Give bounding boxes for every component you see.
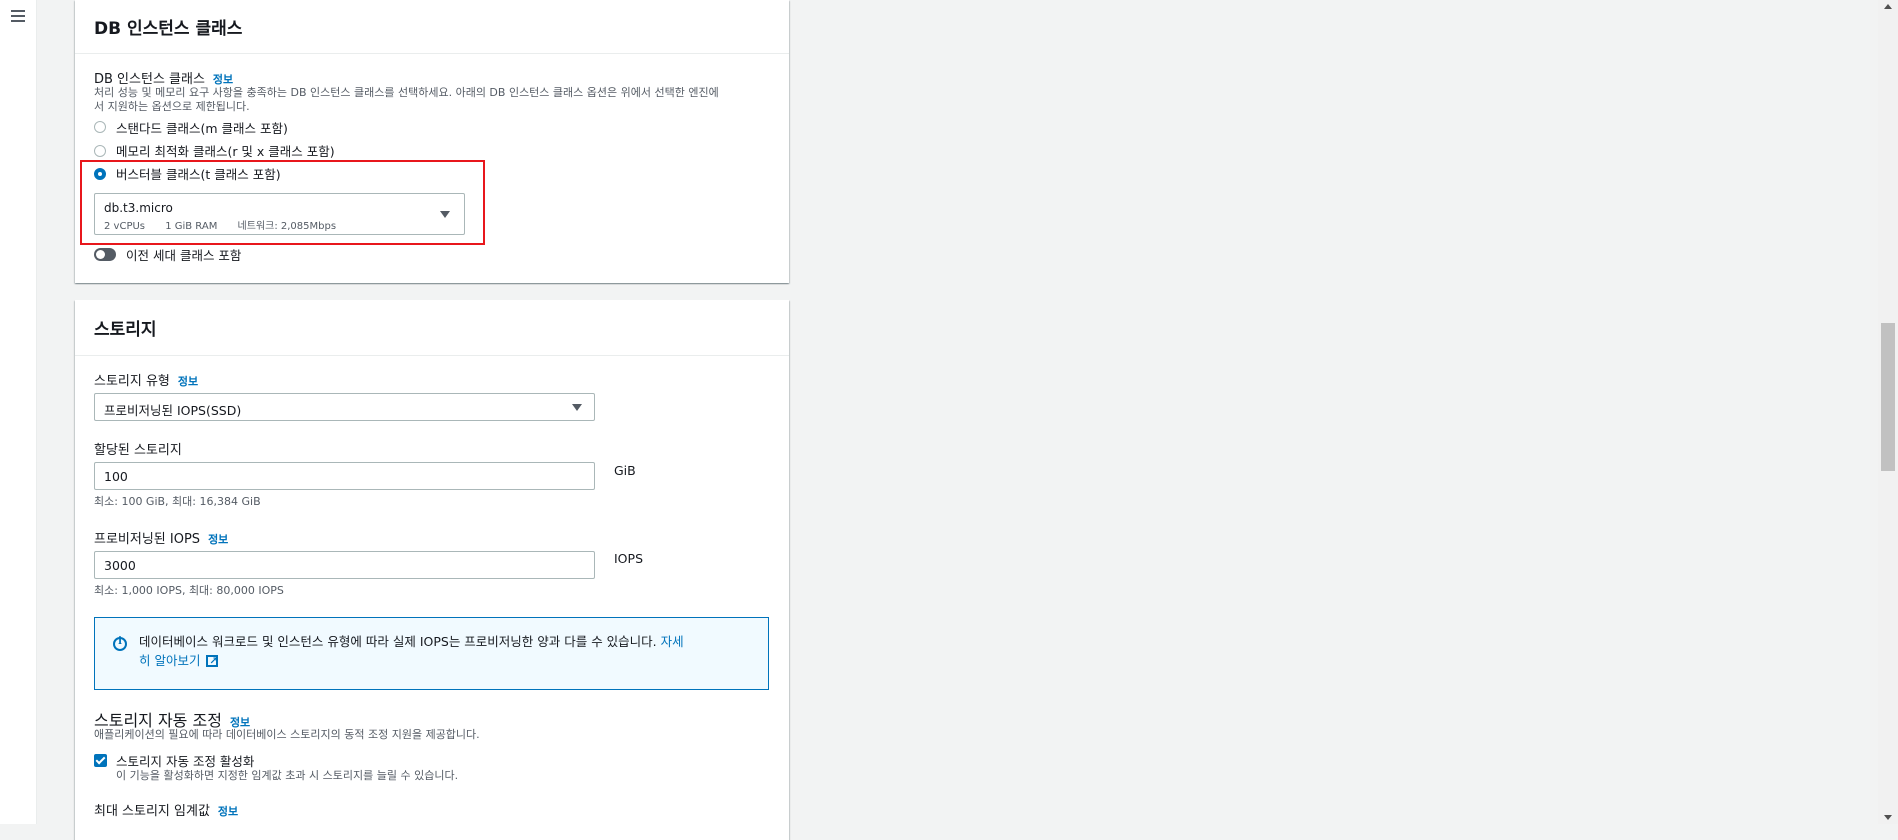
alert-message: 데이터베이스 워크로드 및 인스턴스 유형에 따라 실제 IOPS는 프로비저닝… — [139, 632, 749, 671]
storage-panel: 스토리지 스토리지 유형 정보 프로비저닝된 IOPS(SSD) 할당된 스토리지… — [75, 300, 789, 840]
toggle-label: 이전 세대 클래스 포함 — [126, 248, 242, 263]
radio-memory-optimized-class[interactable] — [94, 145, 106, 157]
autoscale-checkbox-description: 이 기능을 활성화하면 지정한 임계값 초과 시 스토리지를 늘릴 수 있습니다… — [116, 769, 459, 782]
instance-class-description: 처리 성능 및 메모리 요구 사항을 충족하는 DB 인스턴스 클래스를 선택하… — [94, 86, 774, 114]
instance-class-select[interactable]: db.t3.micro 2 vCPUs 1 GiB RAM 네트워크: 2,08… — [94, 193, 465, 235]
info-circle-icon — [113, 636, 127, 651]
info-link[interactable]: 정보 — [178, 375, 198, 388]
info-link[interactable]: 정보 — [218, 805, 238, 818]
info-link[interactable]: 정보 — [208, 533, 228, 546]
storage-type-label-row: 스토리지 유형 정보 — [94, 370, 198, 389]
external-link-icon — [206, 652, 219, 671]
scroll-up-icon[interactable] — [1884, 4, 1892, 9]
allocated-storage-input[interactable]: 100 — [94, 462, 595, 490]
network-spec: 네트워크: 2,085Mbps — [237, 221, 337, 232]
iops-label: 프로비저닝된 IOPS — [94, 532, 201, 547]
autoscale-checkbox[interactable] — [94, 754, 107, 767]
panel-title: 스토리지 — [94, 320, 157, 340]
storage-type-label: 스토리지 유형 — [94, 374, 170, 389]
radio-label-memory-optimized[interactable]: 메모리 최적화 클래스(r 및 x 클래스 포함) — [116, 141, 335, 160]
allocated-storage-hint: 최소: 100 GiB, 최대: 16,384 GiB — [94, 495, 261, 508]
allocated-storage-label: 할당된 스토리지 — [94, 443, 182, 458]
iops-label-row: 프로비저닝된 IOPS 정보 — [94, 528, 228, 547]
ram-spec: 1 GiB RAM — [165, 221, 218, 232]
previous-generation-toggle[interactable] — [94, 248, 116, 261]
radio-label-standard[interactable]: 스탠다드 클래스(m 클래스 포함) — [116, 118, 288, 137]
learn-more-link-part1[interactable]: 자세 — [661, 634, 684, 649]
iops-hint: 최소: 1,000 IOPS, 최대: 80,000 IOPS — [94, 584, 284, 597]
autoscale-description: 애플리케이션의 필요에 따라 데이터베이스 스토리지의 동적 조정 지원을 제공… — [94, 728, 480, 741]
field-label-row: DB 인스턴스 클래스 정보 — [94, 68, 233, 87]
max-threshold-label: 최대 스토리지 임계값 — [94, 804, 210, 819]
storage-type-select[interactable]: 프로비저닝된 IOPS(SSD) — [94, 393, 595, 421]
db-instance-class-panel: DB 인스턴스 클래스 DB 인스턴스 클래스 정보 처리 성능 및 메모리 요구… — [75, 0, 789, 283]
iops-input[interactable]: 3000 — [94, 551, 595, 579]
selected-class-specs: 2 vCPUs 1 GiB RAM 네트워크: 2,085Mbps — [104, 217, 336, 232]
info-link[interactable]: 정보 — [213, 73, 233, 86]
iops-unit: IOPS — [614, 551, 643, 566]
vcpu-spec: 2 vCPUs — [104, 221, 146, 232]
panel-title: DB 인스턴스 클래스 — [94, 19, 243, 39]
instance-class-label: DB 인스턴스 클래스 — [94, 72, 205, 87]
allocated-storage-unit: GiB — [614, 463, 636, 478]
scrollbar-thumb[interactable] — [1881, 323, 1895, 471]
radio-standard-class[interactable] — [94, 121, 106, 133]
radio-label-burstable[interactable]: 버스터블 클래스(t 클래스 포함) — [116, 164, 281, 183]
hamburger-menu-icon[interactable] — [11, 10, 25, 22]
description-line: 처리 성능 및 메모리 요구 사항을 충족하는 DB 인스턴스 클래스를 선택하… — [94, 86, 719, 99]
panel-header: DB 인스턴스 클래스 — [75, 0, 789, 54]
panel-header: 스토리지 — [75, 300, 789, 356]
description-line: 서 지원하는 옵션으로 제한됩니다. — [94, 100, 250, 113]
learn-more-link[interactable]: 히 알아보기 — [139, 653, 200, 668]
left-navigation — [0, 0, 37, 824]
autoscale-checkbox-label[interactable]: 스토리지 자동 조정 활성화 — [116, 751, 254, 770]
scroll-down-icon[interactable] — [1884, 815, 1892, 820]
selected-class-name: db.t3.micro — [104, 201, 173, 215]
caret-down-icon — [440, 211, 450, 218]
max-threshold-label-row: 최대 스토리지 임계값 정보 — [94, 800, 238, 819]
info-alert: 데이터베이스 워크로드 및 인스턴스 유형에 따라 실제 IOPS는 프로비저닝… — [94, 617, 769, 690]
alert-text: 데이터베이스 워크로드 및 인스턴스 유형에 따라 실제 IOPS는 프로비저닝… — [139, 634, 661, 649]
caret-down-icon — [572, 404, 582, 411]
radio-burstable-class[interactable] — [94, 168, 106, 180]
storage-type-value: 프로비저닝된 IOPS(SSD) — [104, 403, 242, 418]
